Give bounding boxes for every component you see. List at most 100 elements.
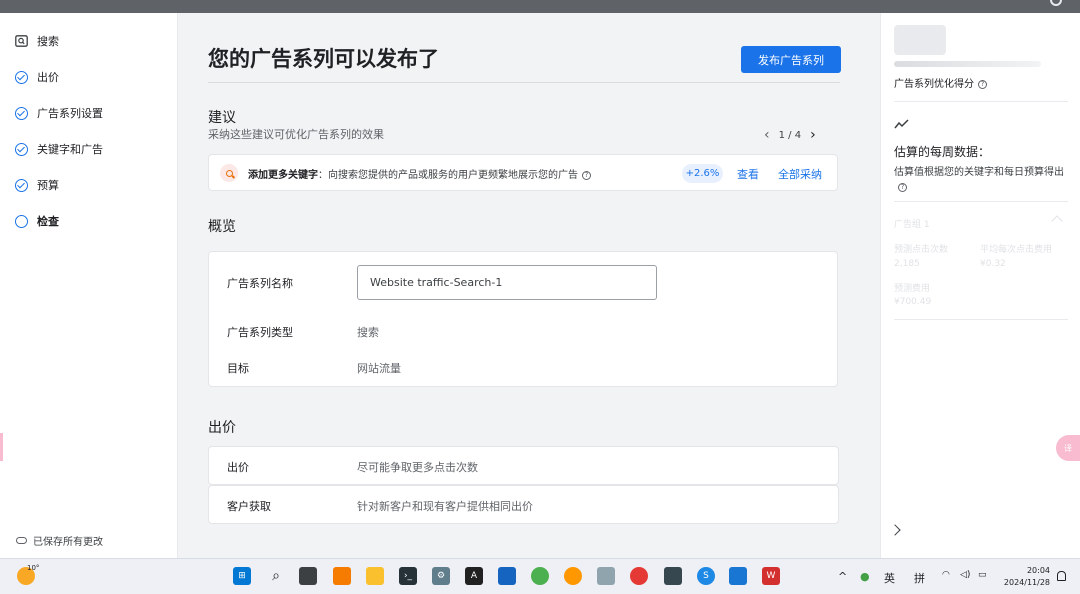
ad-group-label: 广告组 1: [894, 220, 930, 230]
cat-app-icon[interactable]: [664, 567, 682, 585]
nav-item-label: 搜索: [37, 35, 59, 48]
notification-bell-icon[interactable]: [1057, 571, 1066, 581]
nav-item-label: 关键字和广告: [37, 143, 103, 156]
nav-item-label: 出价: [37, 71, 59, 84]
settings-gear-icon[interactable]: ⚙: [432, 567, 450, 585]
nav-item-label: 预算: [37, 179, 59, 192]
apply-all-link[interactable]: 全部采纳: [778, 166, 822, 182]
circle-icon: [14, 214, 28, 228]
chrome-active-icon[interactable]: [630, 567, 648, 585]
file-explorer-icon[interactable]: [366, 567, 384, 585]
suggestion-description: ：向搜索您提供的产品或服务的用户更频繁地展示您的广告: [318, 170, 578, 181]
nav-item-campaign-settings[interactable]: 广告系列设置: [14, 103, 103, 123]
overview-card: 广告系列名称 广告系列类型 搜索 目标 网站流量: [208, 251, 838, 387]
check-circle-icon: [14, 70, 28, 84]
help-icon[interactable]: ?: [978, 79, 987, 89]
time: 20:04: [1026, 566, 1050, 575]
customer-acquisition-row[interactable]: 客户获取 针对新客户和现有客户提供相同出价: [208, 485, 839, 524]
chevron-right-icon[interactable]: [889, 524, 901, 536]
nav-item-review[interactable]: 检查: [14, 211, 59, 231]
taskbar: 10° ⊞ ⌕ ›_ ⚙ A S W ^ ● 英 拼 ◠ ◁) ▭ 20:04 2…: [0, 558, 1080, 594]
optimization-score-label: 广告系列优化得分?: [894, 75, 987, 90]
date: 2024/11/28: [1003, 578, 1050, 587]
main-content: 您的广告系列可以发布了 发布广告系列 建议 采纳这些建议可优化广告系列的效果 ‹…: [179, 13, 866, 558]
divider: [894, 101, 1068, 102]
cloud-icon: [16, 537, 27, 544]
view-link[interactable]: 查看: [737, 166, 759, 182]
suggestions-subtitle: 采纳这些建议可优化广告系列的效果: [208, 128, 384, 141]
photos-icon[interactable]: [597, 567, 615, 585]
tray-overflow-icon[interactable]: ^: [838, 570, 847, 583]
suggestion-card: 添加更多关键字：向搜索您提供的产品或服务的用户更频繁地展示您的广告? +2.6%…: [208, 154, 838, 191]
check-circle-icon: [14, 142, 28, 156]
suggestion-text: 添加更多关键字：向搜索您提供的产品或服务的用户更频繁地展示您的广告?: [248, 166, 591, 181]
ime-mode[interactable]: 拼: [914, 570, 925, 586]
terminal-icon[interactable]: ›_: [399, 567, 417, 585]
summary-panel: 广告系列优化得分? 估算的每周数据： 估算值根据您的关键字和每日预算得出? 广告…: [880, 13, 1080, 558]
divider: [894, 319, 1068, 320]
goal-value: 网站流量: [357, 362, 401, 375]
window-control-icon[interactable]: [1050, 0, 1062, 6]
nav-item-label: 检查: [37, 215, 59, 228]
bidding-heading: 出价: [208, 420, 236, 436]
suggestion-title: 添加更多关键字: [248, 170, 318, 181]
cpc-label: 平均每次点击费用: [980, 245, 1053, 255]
divider: [208, 82, 840, 83]
trending-icon: [894, 115, 910, 134]
wifi-icon[interactable]: ◠: [942, 570, 950, 580]
goal-label: 目标: [227, 362, 249, 375]
translate-icon[interactable]: 译: [1056, 435, 1080, 461]
cost-value: ¥700.49: [894, 297, 932, 307]
clock[interactable]: 20:04 2024/11/28: [1000, 565, 1050, 589]
ime-language[interactable]: 英: [884, 570, 895, 586]
bidding-row-label: 出价: [227, 461, 249, 474]
battery-icon[interactable]: ▭: [978, 570, 987, 580]
font-app-icon[interactable]: A: [465, 567, 483, 585]
window-top-bar: [0, 0, 1080, 13]
wechat-icon[interactable]: ●: [860, 570, 870, 583]
save-status-label: 已保存所有更改: [33, 537, 103, 548]
windows-start-icon[interactable]: ⊞: [233, 567, 251, 585]
search-icon[interactable]: ⌕: [267, 567, 285, 585]
mail-app-icon[interactable]: [729, 567, 747, 585]
suggestions-heading: 建议: [208, 110, 236, 126]
check-circle-icon: [14, 106, 28, 120]
wps-icon[interactable]: W: [762, 567, 780, 585]
weekly-estimates-heading: 估算的每周数据：: [894, 145, 991, 159]
customer-acquisition-value: 针对新客户和现有客户提供相同出价: [357, 500, 533, 513]
cpc-value: ¥0.32: [980, 259, 1006, 269]
publish-campaign-button[interactable]: 发布广告系列: [741, 46, 841, 73]
uplift-badge: +2.6%: [682, 164, 723, 183]
chevron-left-icon[interactable]: ‹: [764, 127, 770, 143]
remote-desktop-icon[interactable]: [498, 567, 516, 585]
check-circle-icon: [14, 178, 28, 192]
customer-acquisition-label: 客户获取: [227, 500, 271, 513]
nav-item-search[interactable]: 搜索: [14, 31, 59, 51]
page-title: 您的广告系列可以发布了: [208, 47, 439, 71]
bidding-row[interactable]: 出价 尽可能争取更多点击次数: [208, 446, 839, 485]
clicks-value: 2,185: [894, 259, 920, 269]
help-icon[interactable]: ?: [582, 170, 591, 180]
bidding-row-value: 尽可能争取更多点击次数: [357, 461, 478, 474]
overview-heading: 概览: [208, 219, 236, 235]
nav-item-budget[interactable]: 预算: [14, 175, 59, 195]
browser-s-icon[interactable]: S: [697, 567, 715, 585]
chrome-profile-icon[interactable]: [564, 567, 582, 585]
campaign-name-label: 广告系列名称: [227, 277, 293, 290]
task-view-icon[interactable]: [299, 567, 317, 585]
side-tab-marker[interactable]: [0, 433, 3, 461]
search-box-icon: [14, 34, 28, 48]
nav-item-label: 广告系列设置: [37, 107, 103, 120]
help-icon[interactable]: ?: [898, 182, 907, 192]
nav-item-bidding[interactable]: 出价: [14, 67, 59, 87]
weather-temp: 10°: [27, 564, 40, 572]
chevron-up-icon[interactable]: [1051, 215, 1063, 227]
search-app-icon[interactable]: [333, 567, 351, 585]
chrome-icon[interactable]: [531, 567, 549, 585]
volume-icon[interactable]: ◁): [960, 570, 970, 580]
nav-item-keywords-ads[interactable]: 关键字和广告: [14, 139, 103, 159]
campaign-name-input[interactable]: [357, 265, 657, 300]
campaign-type-label: 广告系列类型: [227, 326, 293, 339]
weekly-estimates-desc: 估算值根据您的关键字和每日预算得出?: [894, 167, 1064, 192]
chevron-right-icon[interactable]: ›: [810, 127, 816, 143]
